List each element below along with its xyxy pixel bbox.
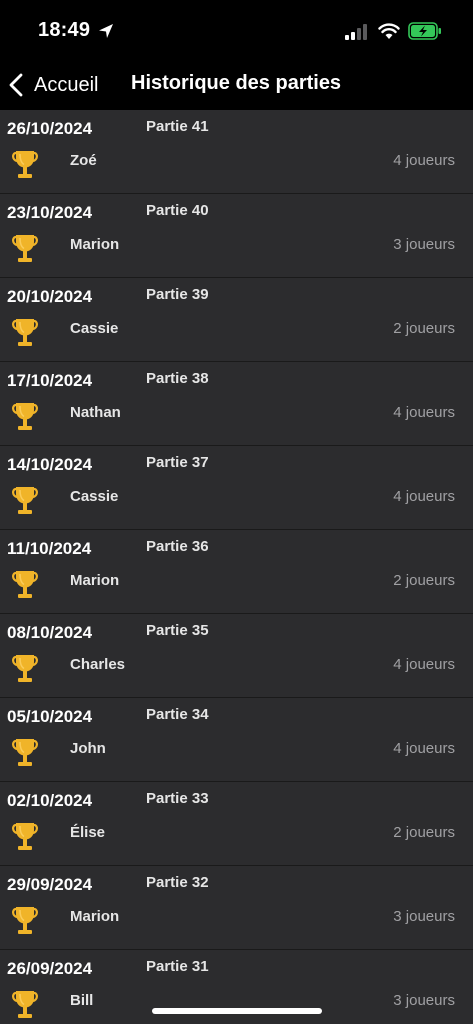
winner-name: Marion bbox=[70, 908, 120, 925]
home-indicator[interactable] bbox=[152, 1008, 322, 1014]
back-label: Accueil bbox=[34, 73, 99, 96]
trophy-icon bbox=[12, 823, 38, 850]
player-count: 4 joueurs bbox=[393, 404, 455, 421]
game-name: Partie 38 bbox=[146, 370, 209, 387]
back-button[interactable]: Accueil bbox=[8, 68, 98, 102]
winner-name: Nathan bbox=[70, 404, 121, 421]
winner-name: John bbox=[70, 740, 106, 757]
game-name: Partie 33 bbox=[146, 790, 209, 807]
game-date: 26/10/2024 bbox=[7, 119, 93, 138]
game-name: Partie 35 bbox=[146, 622, 209, 639]
player-count: 3 joueurs bbox=[393, 908, 455, 925]
game-row[interactable]: 29/09/2024 Partie 32 Marion 3 joueurs bbox=[0, 866, 473, 950]
trophy-icon bbox=[12, 907, 38, 934]
trophy-icon bbox=[12, 655, 38, 682]
player-count: 4 joueurs bbox=[393, 656, 455, 673]
game-name: Partie 34 bbox=[146, 706, 209, 723]
winner-name: Cassie bbox=[70, 320, 119, 337]
player-count: 2 joueurs bbox=[393, 572, 455, 589]
game-row[interactable]: 14/10/2024 Partie 37 Cassie 4 joueurs bbox=[0, 446, 473, 530]
game-date: 23/10/2024 bbox=[7, 203, 93, 222]
player-count: 3 joueurs bbox=[393, 992, 455, 1009]
game-row[interactable]: 11/10/2024 Partie 36 Marion 2 joueurs bbox=[0, 530, 473, 614]
game-name: Partie 36 bbox=[146, 538, 209, 555]
game-date: 17/10/2024 bbox=[7, 371, 93, 390]
winner-name: Élise bbox=[70, 824, 106, 841]
status-bar: 18:49 bbox=[0, 0, 473, 60]
winner-name: Charles bbox=[70, 656, 126, 673]
player-count: 4 joueurs bbox=[393, 152, 455, 169]
game-name: Partie 31 bbox=[146, 958, 209, 975]
trophy-icon bbox=[12, 319, 38, 346]
game-date: 05/10/2024 bbox=[7, 707, 93, 726]
wifi-icon bbox=[378, 23, 400, 39]
game-name: Partie 32 bbox=[146, 874, 209, 891]
game-date: 14/10/2024 bbox=[7, 455, 93, 474]
game-date: 29/09/2024 bbox=[7, 875, 93, 894]
trophy-icon bbox=[12, 235, 38, 262]
game-row[interactable]: 17/10/2024 Partie 38 Nathan 4 joueurs bbox=[0, 362, 473, 446]
winner-name: Marion bbox=[70, 572, 120, 589]
winner-name: Zoé bbox=[70, 152, 97, 169]
location-arrow-icon bbox=[99, 24, 113, 38]
game-name: Partie 41 bbox=[146, 118, 209, 135]
winner-name: Cassie bbox=[70, 488, 119, 505]
game-name: Partie 40 bbox=[146, 202, 209, 219]
winner-name: Marion bbox=[70, 236, 120, 253]
game-date: 26/09/2024 bbox=[7, 959, 93, 978]
player-count: 2 joueurs bbox=[393, 824, 455, 841]
game-row[interactable]: 02/10/2024 Partie 33 Élise 2 joueurs bbox=[0, 782, 473, 866]
trophy-icon bbox=[12, 991, 38, 1018]
game-name: Partie 39 bbox=[146, 286, 209, 303]
game-date: 20/10/2024 bbox=[7, 287, 93, 306]
page-title: Historique des parties bbox=[131, 72, 342, 94]
game-row[interactable]: 20/10/2024 Partie 39 Cassie 2 joueurs bbox=[0, 278, 473, 362]
cellular-signal-icon bbox=[345, 24, 367, 40]
game-row[interactable]: 08/10/2024 Partie 35 Charles 4 joueurs bbox=[0, 614, 473, 698]
chevron-left-icon bbox=[9, 73, 23, 97]
player-count: 4 joueurs bbox=[393, 488, 455, 505]
battery-charging-icon bbox=[408, 22, 441, 40]
trophy-icon bbox=[12, 487, 38, 514]
trophy-icon bbox=[12, 151, 38, 178]
game-name: Partie 37 bbox=[146, 454, 209, 471]
navigation-bar: Accueil Historique des parties bbox=[0, 60, 473, 110]
player-count: 2 joueurs bbox=[393, 320, 455, 337]
game-date: 02/10/2024 bbox=[7, 791, 93, 810]
winner-name: Bill bbox=[70, 992, 94, 1009]
game-row[interactable]: 05/10/2024 Partie 34 John 4 joueurs bbox=[0, 698, 473, 782]
player-count: 3 joueurs bbox=[393, 236, 455, 253]
game-date: 11/10/2024 bbox=[7, 539, 92, 558]
status-time: 18:49 bbox=[38, 19, 91, 41]
player-count: 4 joueurs bbox=[393, 740, 455, 757]
game-row[interactable]: 23/10/2024 Partie 40 Marion 3 joueurs bbox=[0, 194, 473, 278]
trophy-icon bbox=[12, 739, 38, 766]
game-row[interactable]: 26/10/2024 Partie 41 Zoé 4 joueurs bbox=[0, 110, 473, 194]
trophy-icon bbox=[12, 571, 38, 598]
game-date: 08/10/2024 bbox=[7, 623, 93, 642]
trophy-icon bbox=[12, 403, 38, 430]
games-history-list[interactable]: 26/10/2024 Partie 41 Zoé 4 joueurs 23/10… bbox=[0, 110, 473, 1024]
